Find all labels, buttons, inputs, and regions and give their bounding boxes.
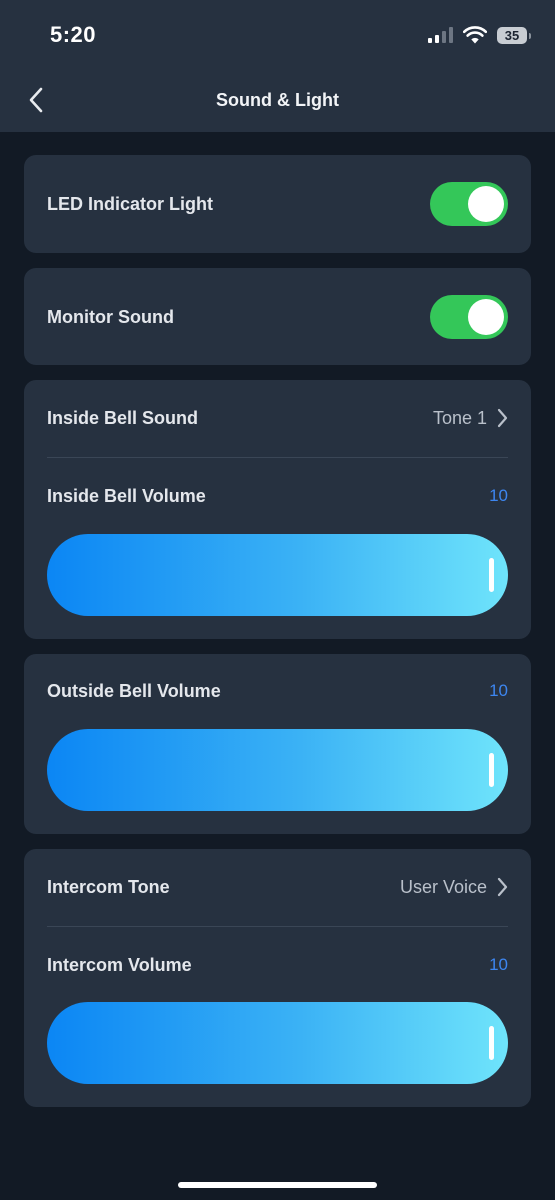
inside-bell-sound-label: Inside Bell Sound [47, 407, 199, 428]
chevron-right-icon [497, 408, 508, 428]
outside-bell-volume-label: Outside Bell Volume [47, 680, 221, 701]
led-indicator-toggle[interactable] [430, 182, 508, 226]
intercom-tone-value: User Voice [399, 876, 487, 897]
back-button[interactable] [18, 82, 54, 118]
wifi-icon [463, 26, 487, 44]
status-icons: 35 [428, 24, 531, 46]
chevron-right-icon [497, 877, 508, 897]
intercom-volume-label: Intercom Volume [47, 954, 192, 975]
nav-header: Sound & Light [0, 70, 555, 132]
led-indicator-card: LED Indicator Light [24, 155, 531, 253]
page-title: Sound & Light [216, 90, 339, 110]
battery-icon: 35 [497, 26, 531, 44]
inside-bell-volume-value: 10 [489, 486, 508, 505]
intercom-volume-slider[interactable] [47, 1002, 508, 1084]
monitor-sound-card: Monitor Sound [24, 268, 531, 365]
outside-bell-volume-slider[interactable] [47, 729, 508, 811]
status-bar: 5:20 35 [0, 0, 555, 70]
slider-handle[interactable] [489, 558, 494, 592]
divider [47, 926, 508, 927]
led-indicator-row: LED Indicator Light [47, 182, 508, 226]
led-indicator-label: LED Indicator Light [47, 193, 213, 214]
slider-handle[interactable] [489, 1026, 494, 1060]
inside-bell-card: Inside Bell Sound Tone 1 Inside Bell Vol… [24, 380, 531, 639]
inside-bell-volume-row: Inside Bell Volume 10 [47, 478, 508, 514]
monitor-sound-row: Monitor Sound [47, 295, 508, 339]
divider [47, 457, 508, 458]
home-indicator[interactable] [178, 1182, 377, 1188]
toggle-knob [468, 186, 504, 222]
intercom-card: Intercom Tone User Voice Intercom Volume… [24, 849, 531, 1107]
outside-bell-volume-value: 10 [489, 681, 508, 700]
toggle-knob [468, 299, 504, 335]
cellular-signal-icon [428, 27, 453, 43]
inside-bell-sound-row[interactable]: Inside Bell Sound Tone 1 [47, 398, 508, 438]
monitor-sound-label: Monitor Sound [47, 306, 174, 327]
outside-bell-volume-row: Outside Bell Volume 10 [47, 673, 508, 709]
intercom-volume-value: 10 [489, 955, 508, 974]
monitor-sound-toggle[interactable] [430, 295, 508, 339]
status-time: 5:20 [50, 22, 97, 47]
inside-bell-volume-label: Inside Bell Volume [47, 485, 206, 506]
slider-handle[interactable] [489, 753, 494, 787]
inside-bell-sound-value: Tone 1 [432, 407, 487, 428]
inside-bell-volume-slider[interactable] [47, 534, 508, 616]
intercom-tone-label: Intercom Tone [47, 876, 170, 897]
outside-bell-card: Outside Bell Volume 10 [24, 654, 531, 834]
intercom-volume-row: Intercom Volume 10 [47, 947, 508, 983]
intercom-tone-row[interactable]: Intercom Tone User Voice [47, 867, 508, 907]
chevron-left-icon [29, 87, 43, 113]
